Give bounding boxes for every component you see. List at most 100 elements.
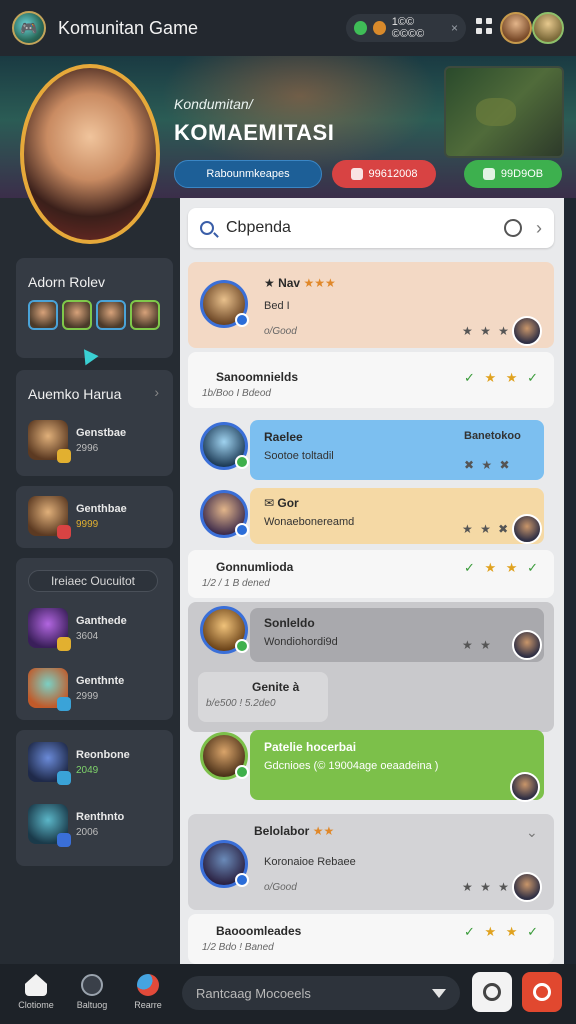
avatar[interactable] [512, 872, 542, 902]
sidebar-heading: Adorn Rolev [28, 274, 106, 290]
tag-icon [482, 168, 495, 180]
chevron-right-icon[interactable]: › [154, 384, 159, 400]
sidebar-card: Genthbae 9999 [16, 486, 173, 548]
sidebar-card: Reonbone 2049 Renthnto 2006 [16, 730, 173, 866]
sidebar-pill-button[interactable]: Ireiaec Oucuitot [28, 570, 158, 592]
game-thumbnail [28, 496, 71, 539]
profile-avatar[interactable] [20, 64, 160, 244]
tag-icon [350, 168, 363, 180]
send-button[interactable] [522, 972, 562, 1012]
hero-subtitle: Kondumitan/ [174, 96, 253, 112]
game-thumbnail [28, 420, 71, 463]
game-thumbnail [28, 608, 71, 651]
avatar[interactable] [512, 316, 542, 346]
post-body: Sootoe toltadil [264, 450, 334, 462]
avatar[interactable] [28, 300, 58, 330]
hero-button-label: 99D9OB [500, 168, 544, 180]
search-input[interactable]: Cbpenda [226, 219, 291, 237]
hero-button-red[interactable]: 99612008 [332, 160, 436, 188]
app-title: Komunitan Game [58, 17, 199, 38]
chevron-down-icon[interactable]: ⌄ [526, 824, 550, 841]
sidebar-item-sub: 2999 [76, 690, 99, 702]
sidebar-item[interactable]: Genthbae 9999 [28, 496, 127, 539]
avatar[interactable] [200, 422, 249, 470]
post-meta: b/e500 ! 5.2de0 [206, 698, 276, 709]
nav-label: Clotiome [18, 1000, 54, 1010]
search-bar[interactable]: Cbpenda › [188, 208, 554, 248]
coin-icon [372, 21, 386, 35]
gem-icon [354, 21, 367, 35]
hero-button-label: 99612008 [368, 168, 418, 180]
post-meta: 1b/Boo I Bdeod [202, 388, 271, 399]
chevron-right-icon[interactable]: › [536, 218, 542, 239]
grid-menu-icon[interactable] [476, 18, 492, 34]
sidebar-item-name: Genstbae [76, 426, 127, 439]
sidebar-item[interactable]: Renthnto 2006 [28, 804, 124, 847]
sidebar-item[interactable]: Reonbone 2049 [28, 742, 130, 785]
avatar[interactable] [200, 840, 249, 888]
game-thumbnail [28, 742, 71, 785]
post-title: Sanoomnields [216, 370, 299, 384]
filter-icon[interactable] [504, 219, 522, 237]
nav-label: Baltuog [76, 1000, 108, 1010]
post-title: Genite à [252, 680, 300, 694]
close-icon[interactable]: × [451, 21, 458, 35]
post-meta: 1/2 / 1 B dened [202, 578, 270, 589]
avatar[interactable] [500, 12, 532, 44]
post-rating: ✓ ★ ★ ✓ [464, 924, 541, 939]
post-body: Gdcnioes (© 19004age oeaadeina ) [264, 760, 439, 772]
post-title: Raelee [264, 430, 303, 444]
nav-item-chat[interactable]: Rearre [118, 974, 178, 1010]
post-title: Baooomleades [216, 924, 302, 938]
chat-input[interactable]: Rantcaag Mocoeels [182, 976, 460, 1010]
avatar[interactable] [200, 490, 249, 538]
sidebar-item-name: Genthnte [76, 674, 125, 687]
emoji-button[interactable] [472, 972, 512, 1012]
sidebar-heading: Auemko Harua [28, 386, 122, 402]
sidebar-item-sub: 2049 [76, 764, 99, 776]
chat-input-placeholder: Rantcaag Mocoeels [196, 985, 311, 1001]
avatar[interactable] [200, 280, 249, 328]
sidebar-item[interactable]: Genthnte 2999 [28, 668, 125, 711]
avatar[interactable] [512, 630, 542, 660]
dropdown-arrow-icon[interactable] [432, 988, 446, 998]
avatar[interactable] [96, 300, 126, 330]
top-bar: 🎮 Komunitan Game 1©© ©©©© × [0, 0, 576, 56]
member-avatars [28, 300, 161, 330]
sidebar-card-roles: Adorn Rolev [16, 258, 173, 358]
post-rating: ✓ ★ ★ ✓ [464, 370, 541, 385]
sidebar-item-sub: 3604 [76, 630, 99, 642]
sidebar-card-oucuitot: Ireiaec Oucuitot Ganthede 3604 Genthnte … [16, 558, 173, 720]
post-body: Wondiohordi9d [264, 636, 338, 648]
nav-item-explore[interactable]: Baltuog [62, 974, 122, 1010]
post-body: Koronaioe Rebaee [264, 856, 356, 868]
sidebar-item[interactable]: Ganthede 3604 [28, 608, 127, 651]
avatar[interactable] [200, 732, 249, 780]
post-rating: ✓ ★ ★ ✓ [464, 560, 541, 575]
avatar[interactable] [510, 772, 540, 802]
nav-label: Rearre [134, 1000, 162, 1010]
avatar[interactable] [512, 514, 542, 544]
nav-item-home[interactable]: Clotiome [6, 974, 66, 1010]
app-logo[interactable]: 🎮 [12, 11, 46, 45]
sidebar-item[interactable]: Genstbae 2996 [28, 420, 127, 463]
minimap-thumbnail[interactable] [444, 66, 564, 158]
emoji-icon [483, 983, 501, 1001]
post-hashtag[interactable]: Banetokoo [464, 430, 521, 442]
post-meta: o/Good [264, 882, 297, 893]
avatar[interactable] [200, 606, 249, 654]
post-title: Gonnumlioda [216, 560, 294, 574]
post-body: Bed I [264, 300, 290, 312]
avatar[interactable] [62, 300, 92, 330]
avatar[interactable] [532, 12, 564, 44]
sidebar-item-name: Genthbae [76, 502, 127, 515]
search-icon [200, 221, 214, 235]
sidebar-item-name: Reonbone [76, 748, 130, 761]
currency-pill[interactable]: 1©© ©©©© × [346, 14, 466, 42]
hero-button-green[interactable]: 99D9OB [464, 160, 562, 188]
hero-button-primary[interactable]: Rabounmkeapes [174, 160, 322, 188]
post-meta: o/Good [264, 326, 297, 337]
avatar[interactable] [130, 300, 160, 330]
post-meta: 1/2 Bdo ! Baned [202, 942, 274, 953]
post-title: Patelie hocerbai [264, 740, 357, 754]
